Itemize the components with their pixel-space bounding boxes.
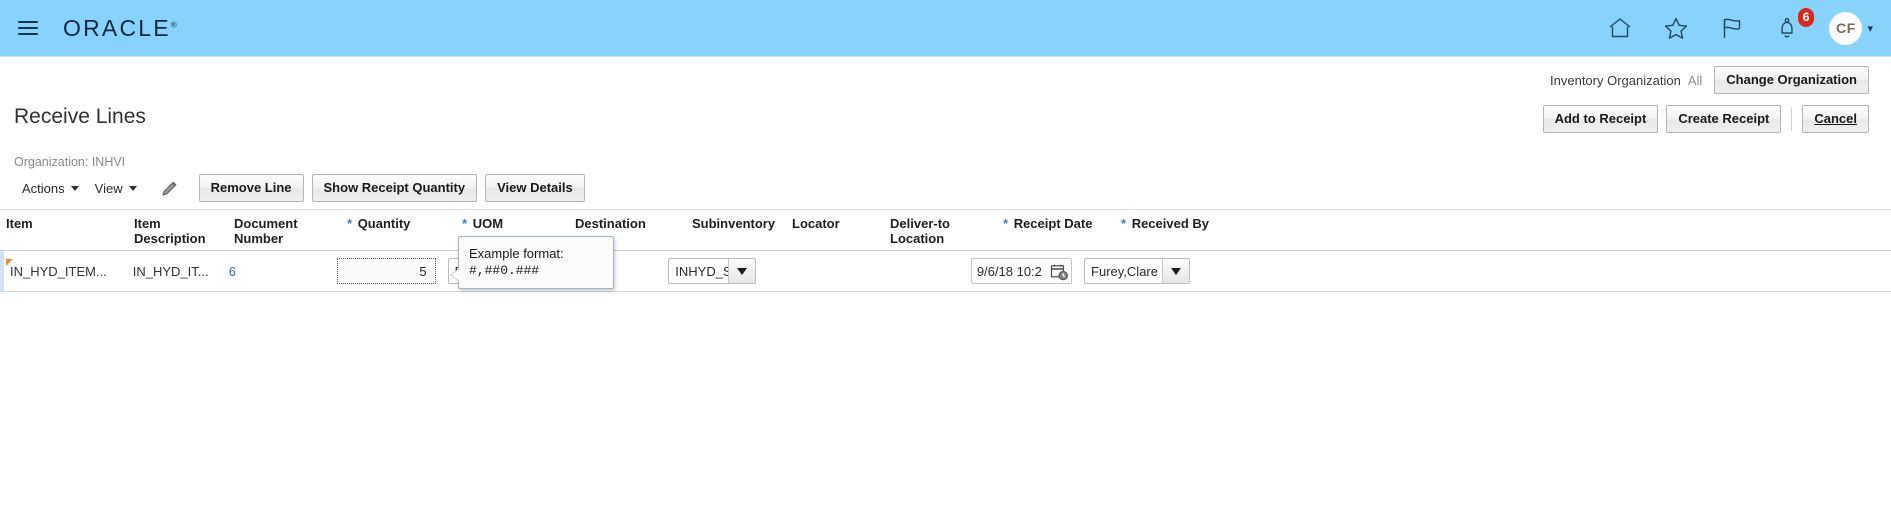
button-divider: [1791, 107, 1793, 131]
inventory-organization-bar: Inventory Organization All Change Organi…: [0, 57, 1891, 103]
column-header-destination[interactable]: Destination: [569, 216, 686, 231]
page-title: Receive Lines: [14, 105, 146, 128]
receipt-date-input[interactable]: 9/6/18 10:2: [970, 258, 1073, 284]
hamburger-bar: [18, 21, 38, 23]
cell-item-value: IN_HYD_ITEM...: [10, 263, 107, 279]
view-menu[interactable]: View: [87, 177, 145, 200]
create-receipt-button[interactable]: Create Receipt: [1666, 105, 1782, 133]
pencil-edit-icon[interactable]: [155, 175, 185, 201]
cell-deliver-to-location[interactable]: [856, 251, 964, 291]
notifications-bell-icon[interactable]: 6: [1773, 8, 1815, 43]
column-header-label: UOM: [472, 216, 504, 231]
remove-line-button[interactable]: Remove Line: [198, 174, 304, 202]
table-body: IN_HYD_ITEM... IN_HYD_IT... 6 5 Each: [0, 251, 1891, 292]
table-toolbar: Actions View Remove Line Show Receipt Qu…: [0, 171, 1891, 205]
column-header-label: Item Description: [134, 216, 206, 246]
column-header-label: Deliver-to Location: [890, 216, 950, 246]
view-details-button[interactable]: View Details: [485, 174, 585, 202]
hamburger-bar: [18, 33, 38, 35]
chevron-down-icon: [128, 185, 137, 191]
inventory-organization-value: All: [1687, 72, 1703, 88]
header-icon-group: 6 CF ▾: [1605, 8, 1873, 45]
column-header-locator[interactable]: Locator: [786, 216, 884, 231]
cell-document-number-value: 6: [228, 263, 237, 279]
received-by-select-value: Furey,Clare: [1091, 263, 1158, 279]
cell-item[interactable]: IN_HYD_ITEM...: [4, 251, 127, 291]
required-indicator-icon: *: [462, 216, 468, 231]
tooltip-format: #,##0.###: [469, 263, 540, 278]
oracle-logo[interactable]: ORACLE®: [63, 15, 177, 42]
column-header-label: Subinventory: [692, 216, 776, 231]
chevron-down-icon: ▾: [1867, 22, 1873, 35]
receive-lines-table: Item Item Description Document Number * …: [0, 209, 1891, 292]
column-header-label: Received By: [1131, 216, 1210, 231]
calendar-icon[interactable]: [1050, 263, 1068, 283]
flag-icon[interactable]: [1717, 13, 1747, 43]
column-header-label: Destination: [575, 216, 646, 231]
column-header-label: Document Number: [234, 216, 298, 246]
table-header-row: Item Item Description Document Number * …: [0, 209, 1891, 251]
global-header: ORACLE® 6 CF ▾: [0, 0, 1891, 57]
table-row[interactable]: IN_HYD_ITEM... IN_HYD_IT... 6 5 Each: [0, 251, 1891, 291]
received-by-select[interactable]: Furey,Clare: [1084, 258, 1190, 284]
tooltip-title: Example format:: [469, 246, 564, 261]
notification-badge: 6: [1797, 8, 1815, 27]
column-header-uom[interactable]: * UOM: [456, 216, 569, 231]
column-header-subinventory[interactable]: Subinventory: [686, 216, 786, 231]
tooltip-pointer: [451, 269, 459, 281]
quantity-input-value: 5: [419, 263, 427, 279]
required-indicator-icon: *: [1121, 216, 1127, 231]
column-header-quantity[interactable]: * Quantity: [341, 216, 456, 231]
chevron-down-icon[interactable]: [728, 259, 756, 283]
chevron-down-icon: [70, 185, 79, 191]
column-header-receipt-date[interactable]: * Receipt Date: [997, 216, 1115, 231]
column-header-label: Quantity: [357, 216, 411, 231]
hamburger-menu-icon[interactable]: [11, 11, 45, 45]
show-receipt-quantity-button[interactable]: Show Receipt Quantity: [311, 174, 478, 202]
organization-line: Organization: INHVI: [14, 155, 126, 169]
cell-item-description: IN_HYD_IT...: [127, 251, 223, 291]
required-indicator-icon: *: [347, 216, 353, 231]
favorites-star-icon[interactable]: [1661, 13, 1691, 43]
subinventory-select-value: INHYD_Sub: [675, 263, 728, 279]
column-header-deliver-to-location[interactable]: Deliver-to Location: [884, 216, 997, 246]
oracle-wordmark: ORACLE: [63, 14, 171, 41]
cell-subinventory[interactable]: INHYD_Sub: [662, 251, 762, 291]
cell-document-number[interactable]: 6: [223, 251, 331, 291]
view-menu-label: View: [94, 180, 123, 196]
subinventory-select[interactable]: INHYD_Sub: [668, 258, 757, 284]
change-organization-button[interactable]: Change Organization: [1714, 66, 1869, 94]
column-header-label: Locator: [792, 216, 840, 231]
column-header-item[interactable]: Item: [0, 216, 128, 231]
column-header-item-description[interactable]: Item Description: [128, 216, 228, 246]
user-menu[interactable]: CF ▾: [1829, 11, 1873, 45]
cell-locator[interactable]: [762, 251, 856, 291]
inventory-organization-label: Inventory Organization: [1550, 72, 1681, 88]
quantity-format-tooltip: Example format: #,##0.###: [451, 236, 614, 289]
registered-mark: ®: [170, 19, 177, 29]
quantity-input[interactable]: 5: [337, 258, 436, 284]
column-header-document-number[interactable]: Document Number: [228, 216, 341, 246]
chevron-down-icon[interactable]: [1162, 259, 1189, 283]
actions-menu-label: Actions: [22, 180, 65, 196]
cell-quantity[interactable]: 5: [331, 251, 441, 291]
column-header-received-by[interactable]: * Received By: [1115, 216, 1235, 231]
required-indicator-icon: *: [1003, 216, 1009, 231]
column-header-label: Receipt Date: [1013, 216, 1093, 231]
hamburger-bar: [18, 27, 38, 29]
cell-receipt-date[interactable]: 9/6/18 10:2: [965, 251, 1078, 291]
add-to-receipt-button[interactable]: Add to Receipt: [1542, 105, 1659, 133]
cell-item-description-value: IN_HYD_IT...: [132, 263, 209, 279]
cancel-button[interactable]: Cancel: [1802, 105, 1869, 133]
avatar: CF: [1829, 11, 1863, 45]
column-header-label: Item: [6, 216, 33, 231]
page-action-buttons: Add to Receipt Create Receipt Cancel: [1542, 103, 1869, 133]
cell-received-by[interactable]: Furey,Clare: [1078, 251, 1196, 291]
actions-menu[interactable]: Actions: [14, 177, 87, 200]
changed-indicator-icon: [6, 259, 13, 266]
page-title-row: Receive Lines Add to Receipt Create Rece…: [0, 103, 1891, 145]
cancel-button-label: Cancel: [1814, 111, 1857, 126]
receipt-date-value: 9/6/18 10:2: [976, 263, 1042, 279]
home-icon[interactable]: [1605, 13, 1635, 43]
